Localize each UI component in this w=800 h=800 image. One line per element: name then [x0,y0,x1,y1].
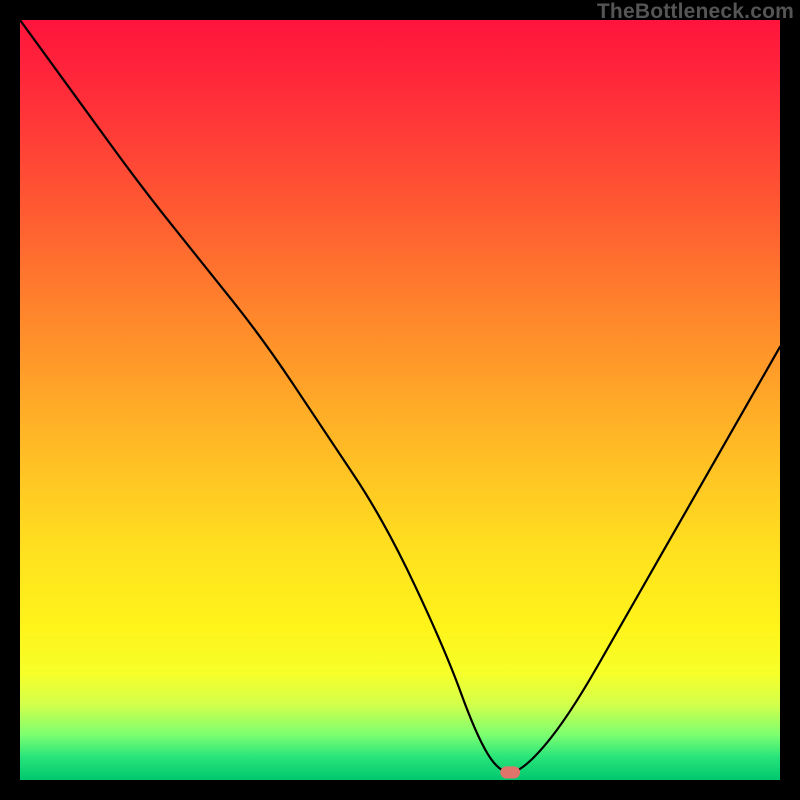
chart-frame: TheBottleneck.com [0,0,800,800]
bottleneck-curve [20,20,780,772]
plot-area [20,20,780,780]
optimal-marker [500,766,520,778]
watermark-label: TheBottleneck.com [597,0,794,24]
chart-svg [20,20,780,780]
